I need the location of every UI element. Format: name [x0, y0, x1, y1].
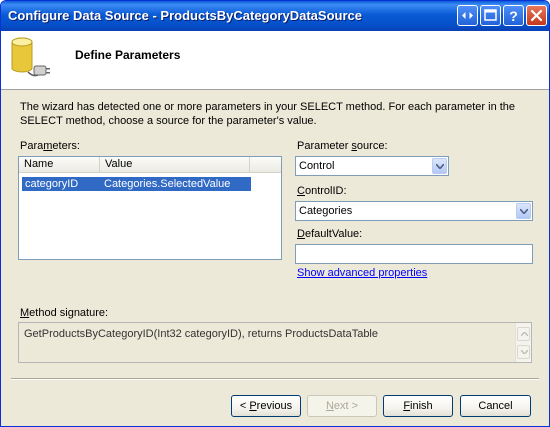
parameter-source-label: Parameter source: — [297, 140, 388, 152]
database-plug-icon — [8, 34, 52, 89]
previous-label-mnemonic: P — [249, 400, 257, 412]
next-label-mnemonic: N — [325, 400, 334, 412]
parameters-list[interactable]: Name Value categoryID Categories.Selecte… — [18, 156, 282, 260]
finish-button[interactable]: Finish — [383, 395, 453, 417]
method-signature-scrollbar[interactable] — [515, 323, 531, 362]
finish-label-post: inish — [410, 400, 433, 412]
parameters-label: Parameters: — [20, 140, 80, 152]
previous-button[interactable]: < Previous — [231, 395, 301, 417]
scroll-up-button[interactable] — [517, 327, 530, 341]
close-button[interactable] — [526, 5, 547, 26]
help-button[interactable]: ? — [503, 5, 524, 26]
chevron-up-icon — [521, 332, 528, 336]
chevron-down-icon — [436, 164, 444, 169]
maximize-icon — [484, 9, 497, 21]
column-header-value[interactable]: Value — [100, 157, 250, 172]
controlid-label-post: ontrolID: — [304, 185, 347, 197]
controlid-label: ControlID: — [297, 185, 347, 197]
parameters-list-header: Name Value — [19, 157, 281, 173]
parameter-source-label-pre: Parameter — [297, 140, 352, 152]
parameters-label-post: eters: — [52, 140, 80, 152]
svg-text:?: ? — [509, 8, 518, 24]
wizard-header: Define Parameters — [1, 31, 549, 90]
next-button[interactable]: Next > — [307, 395, 377, 417]
next-label-post: ext > — [333, 400, 359, 412]
dialog-window: Configure Data Source - ProductsByCatego… — [0, 0, 550, 427]
parameter-name: categoryID — [25, 178, 79, 190]
window-title: Configure Data Source - ProductsByCatego… — [8, 8, 362, 23]
method-signature-box: GetProductsByCategoryID(Int32 categoryID… — [18, 322, 532, 363]
defaultvalue-input[interactable] — [295, 244, 533, 264]
method-signature-label-post: ethod signature: — [29, 307, 109, 319]
controlid-label-mnemonic: C — [297, 185, 305, 197]
parameter-row[interactable]: categoryID Categories.SelectedValue — [22, 177, 251, 191]
scroll-down-button[interactable] — [517, 345, 530, 359]
restore-arrows-button[interactable] — [457, 5, 478, 26]
close-icon — [530, 9, 543, 22]
method-signature-text: GetProductsByCategoryID(Int32 categoryID… — [24, 328, 378, 340]
show-advanced-properties-link[interactable]: Show advanced properties — [297, 267, 427, 279]
controlid-select[interactable]: Categories — [295, 201, 533, 221]
wizard-body: The wizard has detected one or more para… — [1, 90, 549, 426]
previous-label-pre: < — [239, 400, 250, 412]
parameter-value: Categories.SelectedValue — [104, 178, 231, 190]
defaultvalue-label-post: efaultValue: — [304, 228, 363, 240]
parameter-source-value: Control — [299, 160, 335, 172]
defaultvalue-label-mnemonic: D — [297, 228, 305, 240]
previous-label-post: revious — [256, 400, 293, 412]
column-header-name[interactable]: Name — [19, 157, 100, 172]
cancel-button[interactable]: Cancel — [460, 395, 531, 417]
page-title: Define Parameters — [75, 48, 181, 62]
parameter-source-dropdown-button[interactable] — [432, 158, 447, 174]
parameter-source-label-post: ource: — [356, 140, 388, 152]
defaultvalue-label: DefaultValue: — [297, 228, 362, 240]
controlid-dropdown-button[interactable] — [516, 203, 531, 219]
parameters-label-pre: Para — [20, 140, 44, 152]
description-text: The wizard has detected one or more para… — [20, 101, 516, 127]
method-signature-label: Method signature: — [20, 307, 108, 319]
title-bar[interactable]: Configure Data Source - ProductsByCatego… — [1, 1, 549, 31]
restore-arrows-icon — [462, 12, 473, 19]
method-signature-label-mnemonic: M — [20, 307, 30, 319]
parameter-source-select[interactable]: Control — [295, 156, 449, 176]
chevron-down-icon — [521, 350, 528, 354]
help-icon: ? — [509, 8, 518, 24]
footer-divider — [11, 378, 539, 380]
cancel-label-post: Cancel — [478, 400, 513, 412]
controlid-value: Categories — [299, 205, 353, 217]
maximize-button[interactable] — [480, 5, 501, 26]
chevron-down-icon — [520, 209, 528, 214]
